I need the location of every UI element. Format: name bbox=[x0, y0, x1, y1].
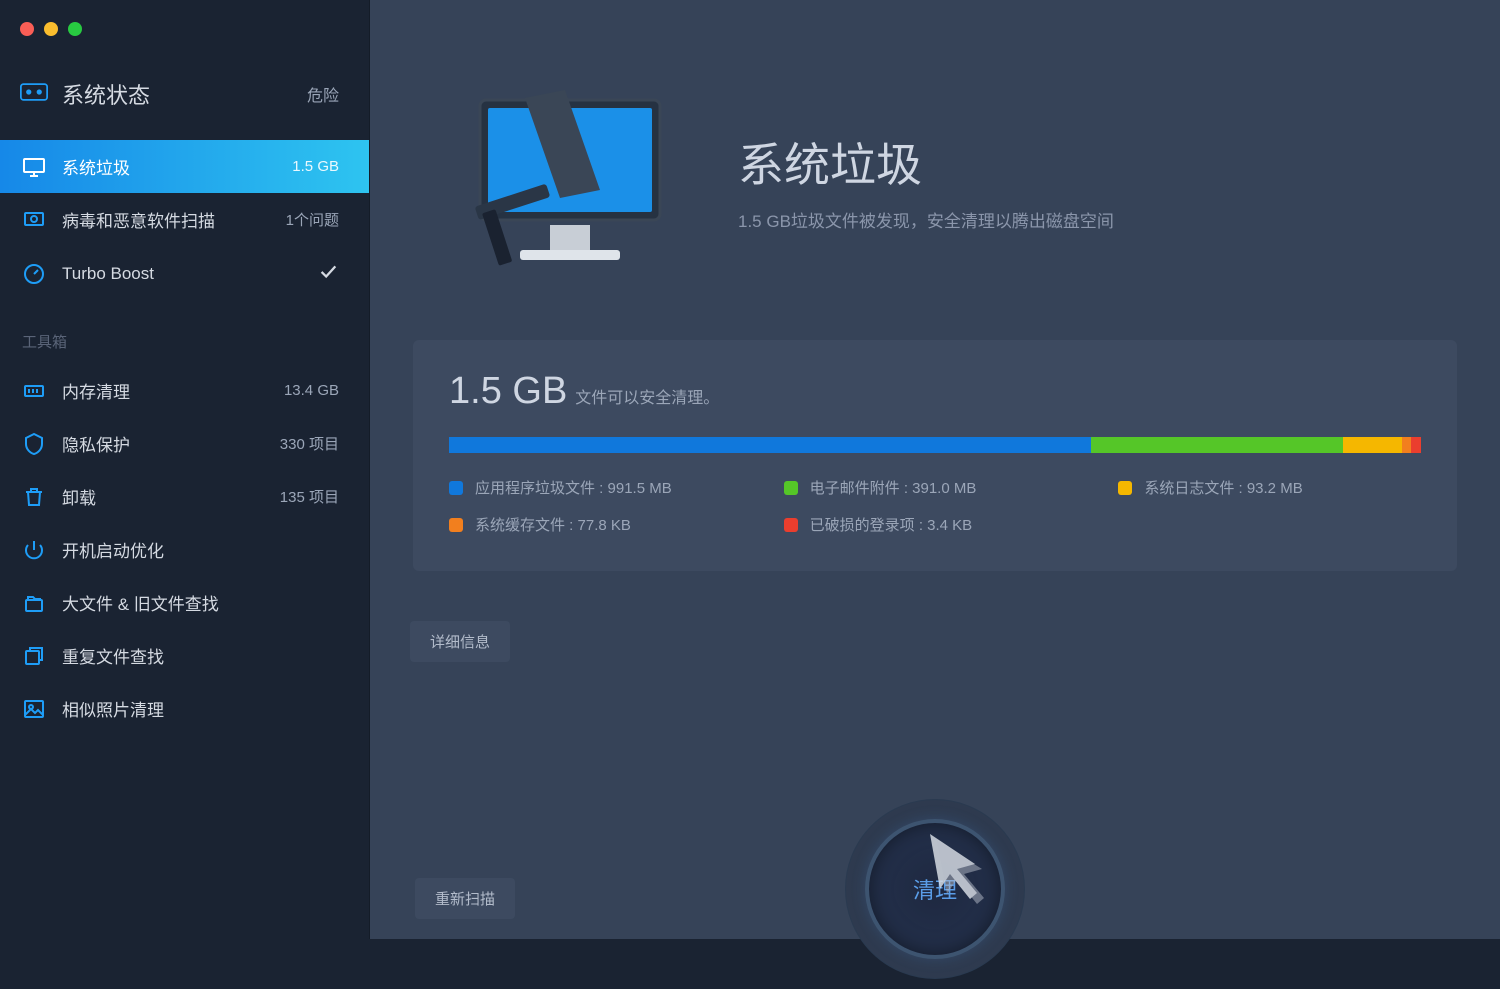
sidebar-item-label: 病毒和恶意软件扫描 bbox=[62, 207, 215, 232]
legend-item-orange: 系统缓存文件 : 77.8 KB bbox=[449, 514, 752, 535]
legend-item-green: 电子邮件附件 : 391.0 MB bbox=[784, 477, 1087, 498]
bar-segment-green bbox=[1091, 437, 1344, 453]
bar-segment-blue bbox=[449, 437, 1091, 453]
status-badge: 危险 bbox=[307, 82, 339, 106]
window-close-button[interactable] bbox=[20, 22, 34, 36]
usage-bar bbox=[449, 437, 1421, 453]
gauge-icon bbox=[22, 262, 46, 286]
rescan-button[interactable]: 重新扫描 bbox=[415, 878, 515, 919]
sidebar-item-label: 开机启动优化 bbox=[62, 537, 164, 562]
sidebar-item-label: 内存清理 bbox=[62, 378, 130, 403]
legend-label: 电子邮件附件 : 391.0 MB bbox=[810, 477, 977, 498]
hero: 系统垃圾 1.5 GB垃圾文件被发现，安全清理以腾出磁盘空间 bbox=[450, 80, 1460, 280]
sidebar-item-large-files[interactable]: 大文件 & 旧文件查找 bbox=[0, 576, 369, 629]
bar-segment-orange bbox=[1402, 437, 1412, 453]
cleanable-desc: 文件可以安全清理。 bbox=[575, 384, 719, 408]
legend-swatch bbox=[1118, 481, 1132, 495]
monitor-icon bbox=[22, 155, 46, 179]
sidebar-item-value: 135 项目 bbox=[280, 486, 339, 507]
shield-icon bbox=[22, 432, 46, 456]
sidebar-item-duplicates[interactable]: 重复文件查找 bbox=[0, 629, 369, 682]
power-icon bbox=[22, 538, 46, 562]
sidebar-item-label: 隐私保护 bbox=[62, 431, 130, 456]
toolbox-label: 工具箱 bbox=[0, 301, 369, 364]
sidebar-item-similar-photos[interactable]: 相似照片清理 bbox=[0, 682, 369, 735]
legend-item-yellow: 系统日志文件 : 93.2 MB bbox=[1118, 477, 1421, 498]
legend-label: 系统缓存文件 : 77.8 KB bbox=[475, 514, 631, 535]
legend-swatch bbox=[784, 481, 798, 495]
sidebar-item-memory[interactable]: 内存清理 13.4 GB bbox=[0, 364, 369, 417]
sidebar: 系统状态 危险 系统垃圾 1.5 GB 病毒和恶意软件扫描 1个问题 Turbo Boo… bbox=[0, 0, 370, 939]
sidebar-item-system-junk[interactable]: 系统垃圾 1.5 GB bbox=[0, 140, 369, 193]
dashboard-icon bbox=[20, 81, 48, 108]
duplicate-icon bbox=[22, 644, 46, 668]
clean-button-container: 清理 bbox=[835, 789, 1035, 989]
status-title: 系统状态 bbox=[62, 78, 150, 110]
bar-segment-yellow bbox=[1343, 437, 1401, 453]
sidebar-item-value: 1.5 GB bbox=[292, 158, 339, 175]
sidebar-item-value: 13.4 GB bbox=[284, 382, 339, 399]
legend-label: 应用程序垃圾文件 : 991.5 MB bbox=[475, 477, 672, 498]
cleanable-size: 1.5 GB bbox=[449, 370, 567, 413]
sidebar-item-label: Turbo Boost bbox=[62, 264, 154, 284]
monitor-clean-icon bbox=[450, 80, 690, 280]
window-controls bbox=[0, 8, 369, 50]
sidebar-item-label: 相似照片清理 bbox=[62, 696, 164, 721]
sidebar-item-turbo-boost[interactable]: Turbo Boost bbox=[0, 246, 369, 301]
sidebar-item-value: 330 项目 bbox=[280, 433, 339, 454]
details-button[interactable]: 详细信息 bbox=[410, 621, 510, 662]
legend: 应用程序垃圾文件 : 991.5 MB 电子邮件附件 : 391.0 MB 系统日志… bbox=[449, 477, 1421, 535]
legend-swatch bbox=[784, 518, 798, 532]
summary-card: 1.5 GB 文件可以安全清理。 应用程序垃圾文件 : 991.5 MB 电子邮件… bbox=[413, 340, 1457, 571]
legend-swatch bbox=[449, 518, 463, 532]
main-content: 系统垃圾 1.5 GB垃圾文件被发现，安全清理以腾出磁盘空间 1.5 GB 文件… bbox=[370, 0, 1500, 939]
sidebar-item-value: 1个问题 bbox=[286, 209, 339, 230]
bar-segment-red bbox=[1411, 437, 1421, 453]
sidebar-item-label: 系统垃圾 bbox=[62, 154, 130, 179]
trash-icon bbox=[22, 485, 46, 509]
page-subtitle: 1.5 GB垃圾文件被发现，安全清理以腾出磁盘空间 bbox=[738, 207, 1114, 232]
sidebar-item-label: 重复文件查找 bbox=[62, 643, 164, 668]
image-icon bbox=[22, 697, 46, 721]
sidebar-item-label: 卸载 bbox=[62, 484, 96, 509]
legend-swatch bbox=[449, 481, 463, 495]
memory-icon bbox=[22, 379, 46, 403]
sidebar-item-virus-scan[interactable]: 病毒和恶意软件扫描 1个问题 bbox=[0, 193, 369, 246]
files-icon bbox=[22, 591, 46, 615]
legend-item-blue: 应用程序垃圾文件 : 991.5 MB bbox=[449, 477, 752, 498]
sidebar-item-uninstall[interactable]: 卸载 135 项目 bbox=[0, 470, 369, 523]
sidebar-item-startup[interactable]: 开机启动优化 bbox=[0, 523, 369, 576]
status-header[interactable]: 系统状态 危险 bbox=[0, 50, 369, 140]
window-minimize-button[interactable] bbox=[44, 22, 58, 36]
legend-label: 已破损的登录项 : 3.4 KB bbox=[810, 514, 973, 535]
sidebar-item-label: 大文件 & 旧文件查找 bbox=[62, 590, 219, 615]
sidebar-item-privacy[interactable]: 隐私保护 330 项目 bbox=[0, 417, 369, 470]
shield-scan-icon bbox=[22, 208, 46, 232]
legend-item-red: 已破损的登录项 : 3.4 KB bbox=[784, 514, 1087, 535]
check-icon bbox=[317, 260, 339, 287]
legend-label: 系统日志文件 : 93.2 MB bbox=[1144, 477, 1302, 498]
window-maximize-button[interactable] bbox=[68, 22, 82, 36]
clean-button[interactable]: 清理 bbox=[865, 819, 1005, 959]
page-title: 系统垃圾 bbox=[738, 129, 1114, 195]
